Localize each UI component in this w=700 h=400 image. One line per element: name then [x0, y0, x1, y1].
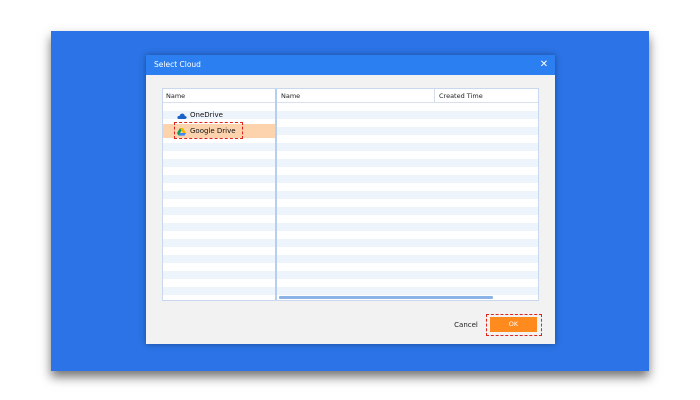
select-cloud-dialog: Select Cloud ✕ Name OneDrive Google Driv…	[146, 55, 555, 344]
ok-button-highlight: OK	[486, 314, 542, 336]
dialog-titlebar: Select Cloud ✕	[146, 55, 555, 75]
cloud-tree-pane: Name OneDrive Google Drive	[163, 89, 277, 300]
tree-item-label: OneDrive	[190, 111, 223, 119]
file-list-header: Name Created Time	[277, 89, 538, 103]
column-divider	[434, 89, 435, 102]
horizontal-scrollbar[interactable]	[279, 296, 493, 299]
tree-header-name: Name	[166, 92, 186, 100]
tree-item-onedrive[interactable]: OneDrive	[173, 108, 275, 122]
file-list-rows-background	[277, 103, 538, 300]
desktop-background: Select Cloud ✕ Name OneDrive Google Driv…	[51, 31, 649, 371]
cloud-browser-panel: Name OneDrive Google Drive Name Created …	[162, 88, 539, 301]
google-drive-icon	[177, 127, 186, 136]
close-icon[interactable]: ✕	[537, 58, 551, 72]
dialog-title: Select Cloud	[154, 60, 201, 69]
cancel-button[interactable]: Cancel	[446, 317, 486, 333]
ok-button[interactable]: OK	[490, 317, 537, 332]
column-header-created-time[interactable]: Created Time	[439, 89, 483, 103]
file-list-pane: Name Created Time	[277, 89, 538, 300]
tree-header: Name	[163, 89, 275, 103]
tree-item-label: Google Drive	[190, 127, 236, 135]
column-header-name[interactable]: Name	[281, 89, 300, 103]
tree-item-google-drive[interactable]: Google Drive	[163, 124, 275, 138]
onedrive-cloud-icon	[177, 111, 187, 119]
